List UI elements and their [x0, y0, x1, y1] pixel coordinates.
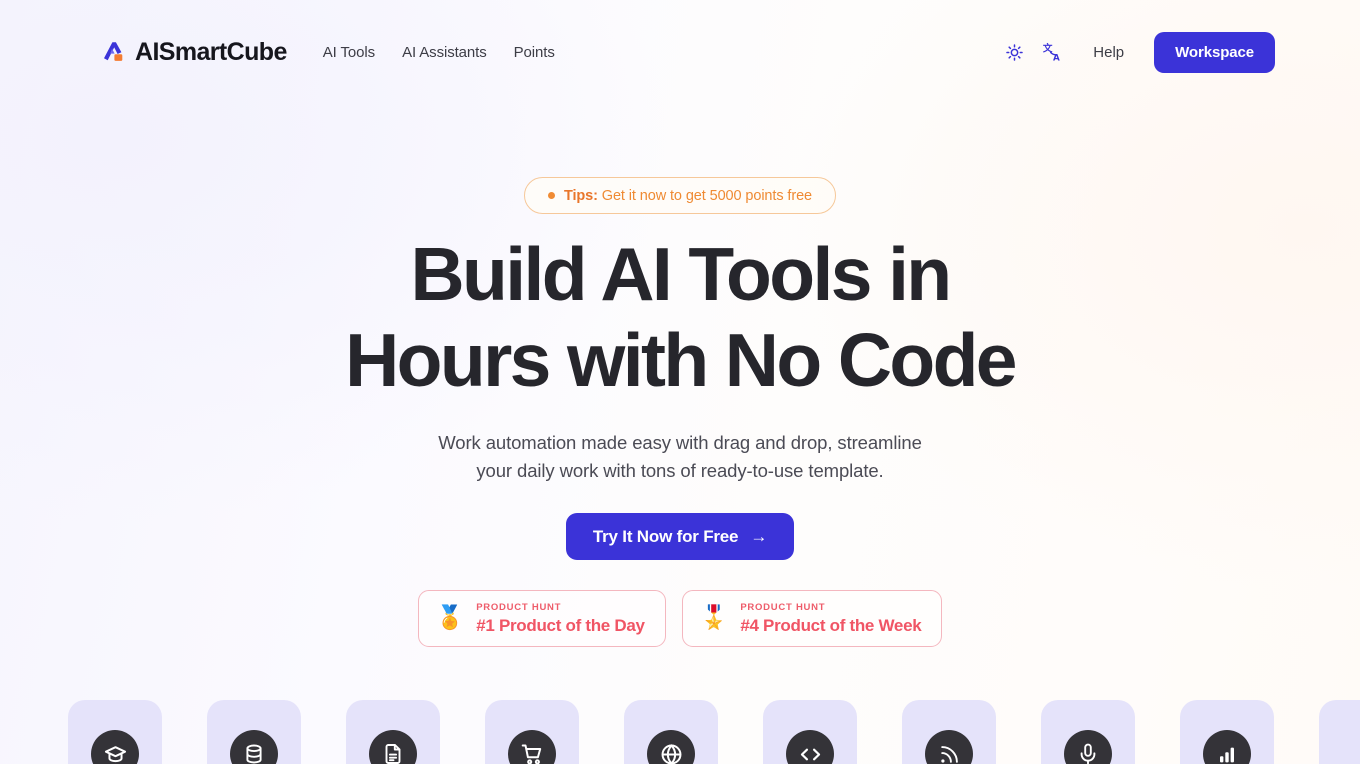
- tile-icon-wrap: [786, 730, 834, 764]
- shopping-cart-icon: [521, 744, 541, 764]
- page-root: AISmartCube AI Tools AI Assistants Point…: [0, 0, 1360, 764]
- tile-education[interactable]: [68, 700, 162, 764]
- tile-audio[interactable]: [1041, 700, 1135, 764]
- badge-product-of-the-day[interactable]: 🏅 PRODUCT HUNT #1 Product of the Day: [417, 590, 666, 648]
- tile-icon-wrap: [91, 730, 139, 764]
- tile-icon-wrap: [508, 730, 556, 764]
- hero-subtitle-line-1: Work automation made easy with drag and …: [438, 432, 922, 453]
- tile-web[interactable]: [624, 700, 718, 764]
- tile-icon-wrap: [230, 730, 278, 764]
- code-brackets-icon: [800, 748, 820, 760]
- tips-message: Get it now to get 5000 points free: [597, 187, 812, 204]
- document-icon: [385, 744, 401, 764]
- gold-rosette-icon: 🏅: [435, 605, 465, 632]
- badge-title: #4 Product of the Week: [740, 616, 922, 636]
- badge-title: #1 Product of the Day: [476, 616, 645, 636]
- award-badges: 🏅 PRODUCT HUNT #1 Product of the Day 🎖️ …: [0, 590, 1360, 648]
- hero-subtitle-line-2: your daily work with tons of ready-to-us…: [476, 460, 884, 482]
- badge-kicker: PRODUCT HUNT: [740, 601, 826, 613]
- theme-toggle-button[interactable]: [995, 33, 1033, 71]
- tips-label: Tips:: [563, 187, 598, 204]
- globe-icon: [661, 743, 681, 764]
- tile-icon-wrap: [1203, 730, 1251, 764]
- header-actions: 文 A Help Workspace: [995, 31, 1275, 73]
- bar-chart-icon: [1220, 747, 1234, 763]
- tile-analytics[interactable]: [1180, 700, 1274, 764]
- badge-text: PRODUCT HUNT #4 Product of the Week: [740, 603, 921, 635]
- tile-document[interactable]: [346, 700, 440, 764]
- hero-title: Build AI Tools in Hours with No Code: [0, 237, 1360, 398]
- language-switch-button[interactable]: 文 A: [1033, 33, 1071, 71]
- graduation-cap-icon: [104, 745, 126, 762]
- microphone-icon: [1080, 743, 1096, 764]
- tile-icon-wrap: [647, 730, 695, 764]
- badge-text: PRODUCT HUNT #1 Product of the Day: [476, 601, 645, 636]
- hero-subtitle: Work automation made easy with drag and …: [0, 429, 1360, 485]
- nav-item-ai-tools[interactable]: AI Tools: [323, 44, 375, 61]
- tile-database[interactable]: [207, 700, 301, 764]
- badge-kicker: PRODUCT HUNT: [476, 601, 562, 613]
- cta-label: Try It Now for Free: [592, 526, 739, 546]
- svg-text:A: A: [1053, 54, 1060, 63]
- brand-name: AISmartCube: [135, 37, 287, 66]
- rss-signal-icon: [941, 746, 958, 763]
- brand-logo-link[interactable]: AISmartCube: [100, 38, 287, 67]
- nav-item-ai-assistants[interactable]: AI Assistants: [402, 44, 487, 61]
- badge-product-of-the-week[interactable]: 🎖️ PRODUCT HUNT #4 Product of the Week: [681, 590, 943, 648]
- hero-section: Tips: Get it now to get 5000 points free…: [0, 104, 1360, 648]
- tile-icon-wrap: [925, 730, 973, 764]
- tile-feed[interactable]: [902, 700, 996, 764]
- help-link[interactable]: Help: [1093, 44, 1124, 61]
- nav-item-points[interactable]: Points: [514, 44, 555, 61]
- category-tile-strip: [0, 700, 1360, 764]
- translate-icon: 文 A: [1042, 43, 1060, 63]
- tile-icon-wrap: [369, 730, 417, 764]
- tips-banner[interactable]: Tips: Get it now to get 5000 points free: [523, 177, 836, 214]
- sun-icon: [1005, 43, 1023, 61]
- site-header: AISmartCube AI Tools AI Assistants Point…: [0, 0, 1360, 104]
- tile-ecommerce[interactable]: [485, 700, 579, 764]
- tile-developer[interactable]: [763, 700, 857, 764]
- main-nav: AI Tools AI Assistants Points: [323, 44, 555, 61]
- military-medal-icon: 🎖️: [699, 605, 729, 632]
- arrow-right-icon: →: [750, 527, 768, 547]
- hero-title-line-1: Build AI Tools in: [410, 232, 952, 316]
- hero-title-line-2: Hours with No Code: [345, 318, 1017, 402]
- aismartcube-logo-icon: [104, 42, 123, 61]
- dot-icon: [547, 192, 555, 199]
- database-icon: [246, 744, 262, 764]
- workspace-button[interactable]: Workspace: [1154, 31, 1275, 73]
- tile-icon-wrap: [1064, 730, 1112, 764]
- tips-text: Tips: Get it now to get 5000 points free: [564, 188, 812, 204]
- tile-overflow-partial[interactable]: [1319, 700, 1360, 764]
- try-it-now-button[interactable]: Try It Now for Free →: [565, 513, 795, 561]
